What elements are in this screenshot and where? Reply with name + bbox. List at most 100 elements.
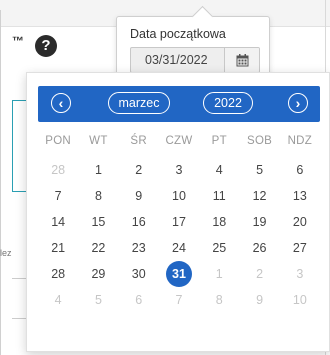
- day-number: 14: [51, 215, 66, 229]
- day-cell[interactable]: 18: [199, 209, 239, 235]
- day-number: 4: [215, 163, 223, 177]
- day-cell[interactable]: 29: [78, 261, 118, 287]
- day-cell[interactable]: 13: [280, 183, 320, 209]
- day-number: 10: [292, 293, 307, 307]
- day-cell[interactable]: 23: [119, 235, 159, 261]
- day-cell[interactable]: 30: [119, 261, 159, 287]
- weekday-label: PT: [211, 135, 227, 147]
- day-cell[interactable]: 10: [159, 183, 199, 209]
- day-cell[interactable]: 19: [239, 209, 279, 235]
- day-cell[interactable]: 26: [239, 235, 279, 261]
- start-date-label: Data początkowa: [130, 27, 226, 41]
- day-number: 11: [212, 189, 226, 203]
- day-number: 5: [94, 293, 102, 307]
- day-cell[interactable]: 8: [78, 183, 118, 209]
- day-cell[interactable]: 6: [119, 287, 159, 313]
- day-cell[interactable]: 11: [199, 183, 239, 209]
- trademark-mark: ™: [12, 34, 24, 48]
- day-number: 9: [256, 293, 264, 307]
- day-cell[interactable]: 15: [78, 209, 118, 235]
- day-number: 5: [256, 163, 264, 177]
- day-number: 26: [252, 241, 267, 255]
- background-text-fragment: lez: [0, 248, 12, 258]
- open-calendar-button[interactable]: [224, 48, 259, 72]
- day-number: 3: [175, 163, 183, 177]
- weekday-label: ŚR: [130, 135, 147, 147]
- day-number: 30: [131, 267, 146, 281]
- day-cell[interactable]: 28: [38, 261, 78, 287]
- day-cell[interactable]: 10: [280, 287, 320, 313]
- next-month-button[interactable]: ›: [288, 93, 308, 113]
- start-date-value[interactable]: 03/31/2022: [131, 48, 224, 72]
- day-number: 2: [135, 163, 143, 177]
- year-selector[interactable]: 2022: [203, 92, 253, 114]
- day-number: 19: [252, 215, 267, 229]
- day-number: 27: [292, 241, 307, 255]
- month-selector[interactable]: marzec: [108, 92, 170, 114]
- day-cell[interactable]: 4: [38, 287, 78, 313]
- weekday-label: PON: [45, 135, 72, 147]
- day-cell[interactable]: 24: [159, 235, 199, 261]
- day-number: 17: [172, 215, 186, 229]
- page-left-border: [0, 10, 1, 355]
- day-cell-selected[interactable]: 31: [159, 261, 199, 287]
- day-number: 12: [252, 189, 267, 203]
- day-cell[interactable]: 5: [239, 157, 279, 183]
- calendar-icon: [236, 53, 248, 66]
- day-number: 25: [212, 241, 227, 255]
- day-cell[interactable]: 3: [280, 261, 320, 287]
- day-cell[interactable]: 2: [119, 157, 159, 183]
- day-number: 8: [94, 189, 102, 203]
- day-cell[interactable]: 22: [78, 235, 118, 261]
- day-cell[interactable]: 8: [199, 287, 239, 313]
- weekday-label: NDZ: [287, 135, 313, 147]
- day-cell[interactable]: 9: [119, 183, 159, 209]
- day-cell[interactable]: 21: [38, 235, 78, 261]
- day-number: 3: [296, 267, 304, 281]
- day-number: 23: [131, 241, 146, 255]
- days-grid: 28 1 2 3 4 5 6 7 8 9 10 11 12 13 14 15 16 17 18 19 20 21 22 23 2…: [38, 157, 320, 313]
- day-number: 28: [51, 163, 66, 177]
- day-number: 8: [215, 293, 223, 307]
- day-number: 18: [212, 215, 227, 229]
- day-number: 4: [54, 293, 62, 307]
- date-picker-calendar: ‹ marzec 2022 › PON WT ŚR CZW PT SOB NDZ…: [26, 72, 330, 352]
- previous-month-button[interactable]: ‹: [51, 93, 71, 113]
- day-number: 7: [54, 189, 62, 203]
- day-cell[interactable]: 6: [280, 157, 320, 183]
- day-cell[interactable]: 2: [239, 261, 279, 287]
- day-cell[interactable]: 7: [159, 287, 199, 313]
- help-icon[interactable]: ?: [35, 35, 57, 57]
- day-cell[interactable]: 12: [239, 183, 279, 209]
- day-cell[interactable]: 5: [78, 287, 118, 313]
- day-cell[interactable]: 7: [38, 183, 78, 209]
- day-cell[interactable]: 17: [159, 209, 199, 235]
- day-cell[interactable]: 20: [280, 209, 320, 235]
- day-cell[interactable]: 16: [119, 209, 159, 235]
- day-cell[interactable]: 9: [239, 287, 279, 313]
- day-number: 22: [91, 241, 106, 255]
- day-cell[interactable]: 1: [199, 261, 239, 287]
- day-number: 6: [296, 163, 304, 177]
- day-cell[interactable]: 4: [199, 157, 239, 183]
- day-cell[interactable]: 3: [159, 157, 199, 183]
- day-cell[interactable]: 14: [38, 209, 78, 235]
- weekday-label: CZW: [165, 135, 193, 147]
- day-number: 6: [135, 293, 143, 307]
- day-number: 10: [172, 189, 186, 203]
- day-number: 13: [292, 189, 307, 203]
- day-number: 7: [175, 293, 183, 307]
- calendar-header: ‹ marzec 2022 ›: [38, 86, 320, 122]
- day-cell[interactable]: 28: [38, 157, 78, 183]
- day-cell[interactable]: 27: [280, 235, 320, 261]
- day-number: 21: [51, 241, 66, 255]
- day-cell[interactable]: 25: [199, 235, 239, 261]
- weekday-header-row: PON WT ŚR CZW PT SOB NDZ: [38, 135, 320, 147]
- day-number: 28: [51, 267, 66, 281]
- day-number: 15: [91, 215, 106, 229]
- day-number: 9: [135, 189, 143, 203]
- day-cell[interactable]: 1: [78, 157, 118, 183]
- weekday-label: SOB: [246, 135, 273, 147]
- day-number: 20: [292, 215, 307, 229]
- start-date-field[interactable]: 03/31/2022: [130, 47, 260, 73]
